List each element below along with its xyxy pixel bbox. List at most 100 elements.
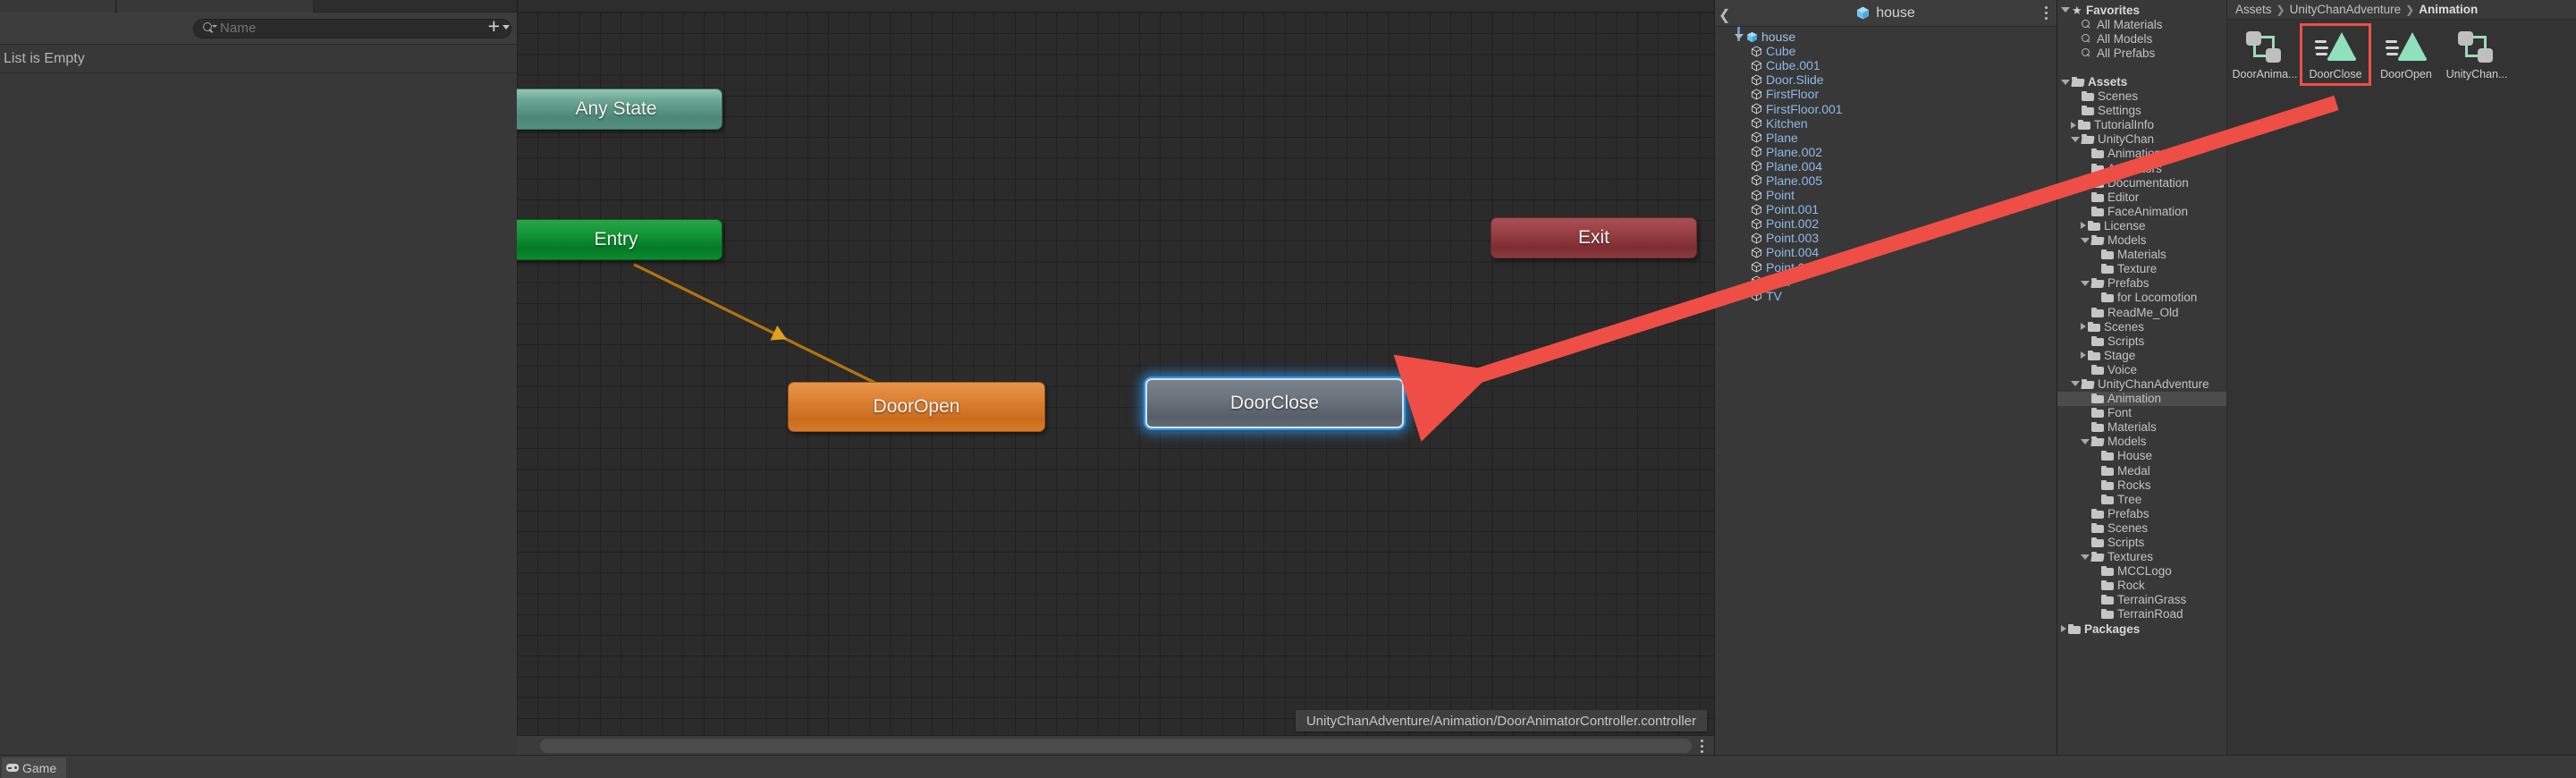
- breadcrumb-item-assets[interactable]: Assets: [2235, 3, 2272, 16]
- chevron-right-icon[interactable]: [2081, 351, 2086, 359]
- chevron-down-icon[interactable]: [2081, 281, 2090, 286]
- chevron-down-icon[interactable]: [2081, 238, 2090, 243]
- project-tree-item-animation[interactable]: Animation: [2057, 147, 2226, 161]
- project-tree-item-unitychan[interactable]: UnityChan: [2057, 132, 2226, 147]
- chevron-right-icon[interactable]: [2071, 122, 2076, 129]
- project-tree-item-favorites[interactable]: ★Favorites: [2057, 3, 2226, 17]
- project-tree-item-texture[interactable]: Texture: [2057, 262, 2226, 276]
- hierarchy-item-plane-005[interactable]: Plane.005: [1715, 173, 2057, 188]
- project-tree-item-tutorialinfo[interactable]: TutorialInfo: [2057, 118, 2226, 132]
- hierarchy-item-kitchen[interactable]: Kitchen: [1715, 116, 2057, 131]
- project-tree-item-terraingrass[interactable]: TerrainGrass: [2057, 593, 2226, 607]
- hierarchy-list[interactable]: houseCubeCube.001Door.SlideFirstFloorFir…: [1715, 27, 2057, 755]
- state-node-exit[interactable]: Exit: [1491, 217, 1697, 258]
- project-tree-item-settings[interactable]: Settings: [2057, 104, 2226, 118]
- hierarchy-item-firstfloor[interactable]: FirstFloor: [1715, 87, 2057, 101]
- chevron-down-icon[interactable]: [1735, 34, 1744, 39]
- hierarchy-item-point-001[interactable]: Point.001: [1715, 202, 2057, 216]
- chevron-right-icon[interactable]: [2061, 625, 2066, 632]
- project-tree-item-stage[interactable]: Stage: [2057, 348, 2226, 362]
- asset-item-doorclose[interactable]: DoorClose: [2302, 25, 2369, 84]
- project-tree-item-medal[interactable]: Medal: [2057, 463, 2226, 478]
- asset-item-unitychan-[interactable]: UnityChan...: [2443, 25, 2511, 84]
- hierarchy-item-stair[interactable]: Stair: [1715, 275, 2057, 289]
- chevron-left-icon[interactable]: ❮: [1719, 6, 1730, 24]
- hierarchy-item-point[interactable]: Point: [1715, 188, 2057, 202]
- project-tree-item-editor[interactable]: Editor: [2057, 190, 2226, 204]
- project-tree-item-prefabs[interactable]: Prefabs: [2057, 506, 2226, 520]
- breadcrumb-item-animation[interactable]: Animation: [2419, 3, 2478, 16]
- project-tree-item-readme-old[interactable]: ReadMe_Old: [2057, 305, 2226, 319]
- tab-segment-1[interactable]: [0, 0, 116, 13]
- project-tree-item-all-materials[interactable]: All Materials: [2057, 17, 2226, 31]
- chevron-down-icon[interactable]: [2071, 137, 2080, 142]
- project-tree-item-animators[interactable]: Animators: [2057, 161, 2226, 175]
- project-tree-item-tree[interactable]: Tree: [2057, 492, 2226, 506]
- project-folder-tree[interactable]: ★FavoritesAll MaterialsAll ModelsAll Pre…: [2057, 0, 2227, 755]
- kebab-menu-icon[interactable]: [2045, 6, 2048, 20]
- asset-grid[interactable]: DoorAnima...DoorCloseDoorOpenUnityChan..…: [2227, 20, 2576, 89]
- search-input[interactable]: Name: [193, 19, 511, 38]
- project-tree-item-terrainroad[interactable]: TerrainRoad: [2057, 607, 2226, 622]
- chevron-right-icon[interactable]: [2081, 323, 2086, 330]
- hierarchy-item-tv[interactable]: TV: [1715, 289, 2057, 303]
- chevron-down-icon[interactable]: [2081, 554, 2090, 560]
- breadcrumb[interactable]: Assets❯UnityChanAdventure❯Animation: [2227, 0, 2576, 20]
- hierarchy-item-house[interactable]: house: [1715, 30, 2057, 44]
- project-tree-item-rock[interactable]: Rock: [2057, 579, 2226, 593]
- project-tree-item-font[interactable]: Font: [2057, 406, 2226, 420]
- asset-item-dooropen[interactable]: DoorOpen: [2372, 25, 2440, 84]
- project-tree-item-prefabs[interactable]: Prefabs: [2057, 276, 2226, 291]
- hierarchy-item-door-slide[interactable]: Door.Slide: [1715, 72, 2057, 87]
- project-tree-item-for-locomotion[interactable]: for Locomotion: [2057, 291, 2226, 305]
- hierarchy-item-firstfloor-001[interactable]: FirstFloor.001: [1715, 101, 2057, 115]
- tab-game[interactable]: Game: [2, 757, 66, 778]
- project-tree-item-rocks[interactable]: Rocks: [2057, 478, 2226, 492]
- project-tree-item-voice[interactable]: Voice: [2057, 362, 2226, 376]
- project-tree-item-house[interactable]: House: [2057, 449, 2226, 463]
- state-node-entry[interactable]: Entry: [517, 219, 722, 260]
- project-tree-item-scripts[interactable]: Scripts: [2057, 334, 2226, 348]
- hierarchy-item-point-003[interactable]: Point.003: [1715, 231, 2057, 245]
- state-node-any-state[interactable]: Any State: [517, 89, 722, 130]
- animator-graph-panel[interactable]: Any State Entry Exit DoorOpen DoorClose …: [517, 0, 1714, 755]
- hierarchy-item-plane-004[interactable]: Plane.004: [1715, 159, 2057, 173]
- state-node-door-open[interactable]: DoorOpen: [788, 382, 1045, 432]
- graph-horizontal-scrollbar[interactable]: [517, 735, 1714, 755]
- project-tree-item-models[interactable]: Models: [2057, 233, 2226, 248]
- asset-item-dooranima-[interactable]: DoorAnima...: [2231, 25, 2299, 84]
- state-node-door-close[interactable]: DoorClose: [1145, 378, 1404, 428]
- project-tree-item-all-models[interactable]: All Models: [2057, 31, 2226, 46]
- project-tree-item-models[interactable]: Models: [2057, 435, 2226, 449]
- project-tree-item-assets[interactable]: Assets: [2057, 74, 2226, 89]
- project-tree-item-scenes[interactable]: Scenes: [2057, 520, 2226, 535]
- project-tree-item-packages[interactable]: Packages: [2057, 622, 2226, 636]
- project-tree-item-materials[interactable]: Materials: [2057, 420, 2226, 435]
- hierarchy-item-cube-001[interactable]: Cube.001: [1715, 58, 2057, 72]
- graph-kebab-menu[interactable]: [1701, 740, 1703, 753]
- chevron-down-icon[interactable]: [2081, 439, 2090, 444]
- project-tree-item-materials[interactable]: Materials: [2057, 248, 2226, 262]
- project-tree-item-scenes[interactable]: Scenes: [2057, 319, 2226, 334]
- hierarchy-item-plane[interactable]: Plane: [1715, 131, 2057, 145]
- hierarchy-item-point-004[interactable]: Point.004: [1715, 245, 2057, 259]
- project-tree-item-scenes[interactable]: Scenes: [2057, 89, 2226, 104]
- project-tree-item-all-prefabs[interactable]: All Prefabs: [2057, 46, 2226, 60]
- hierarchy-item-point-002[interactable]: Point.002: [1715, 216, 2057, 231]
- project-tree-item-animation[interactable]: Animation: [2057, 392, 2226, 406]
- chevron-down-icon[interactable]: [2071, 381, 2080, 386]
- chevron-down-icon[interactable]: [2061, 80, 2070, 85]
- breadcrumb-item-unitychanadventure[interactable]: UnityChanAdventure: [2290, 3, 2402, 16]
- hierarchy-item-plane-002[interactable]: Plane.002: [1715, 145, 2057, 159]
- scrollbar-thumb[interactable]: [540, 739, 1692, 753]
- chevron-down-icon[interactable]: [2061, 7, 2070, 13]
- add-parameter-button[interactable]: +: [488, 20, 510, 32]
- project-tree-item-scripts[interactable]: Scripts: [2057, 535, 2226, 549]
- project-tree-item-unitychanadventure[interactable]: UnityChanAdventure: [2057, 376, 2226, 391]
- chevron-right-icon[interactable]: [2081, 222, 2086, 229]
- hierarchy-item-cube[interactable]: Cube: [1715, 44, 2057, 58]
- project-tree-item-mcclogo[interactable]: MCCLogo: [2057, 564, 2226, 579]
- tab-segment-2[interactable]: [117, 0, 314, 13]
- project-tree-item-faceanimation[interactable]: FaceAnimation: [2057, 204, 2226, 218]
- project-tree-item-textures[interactable]: Textures: [2057, 550, 2226, 564]
